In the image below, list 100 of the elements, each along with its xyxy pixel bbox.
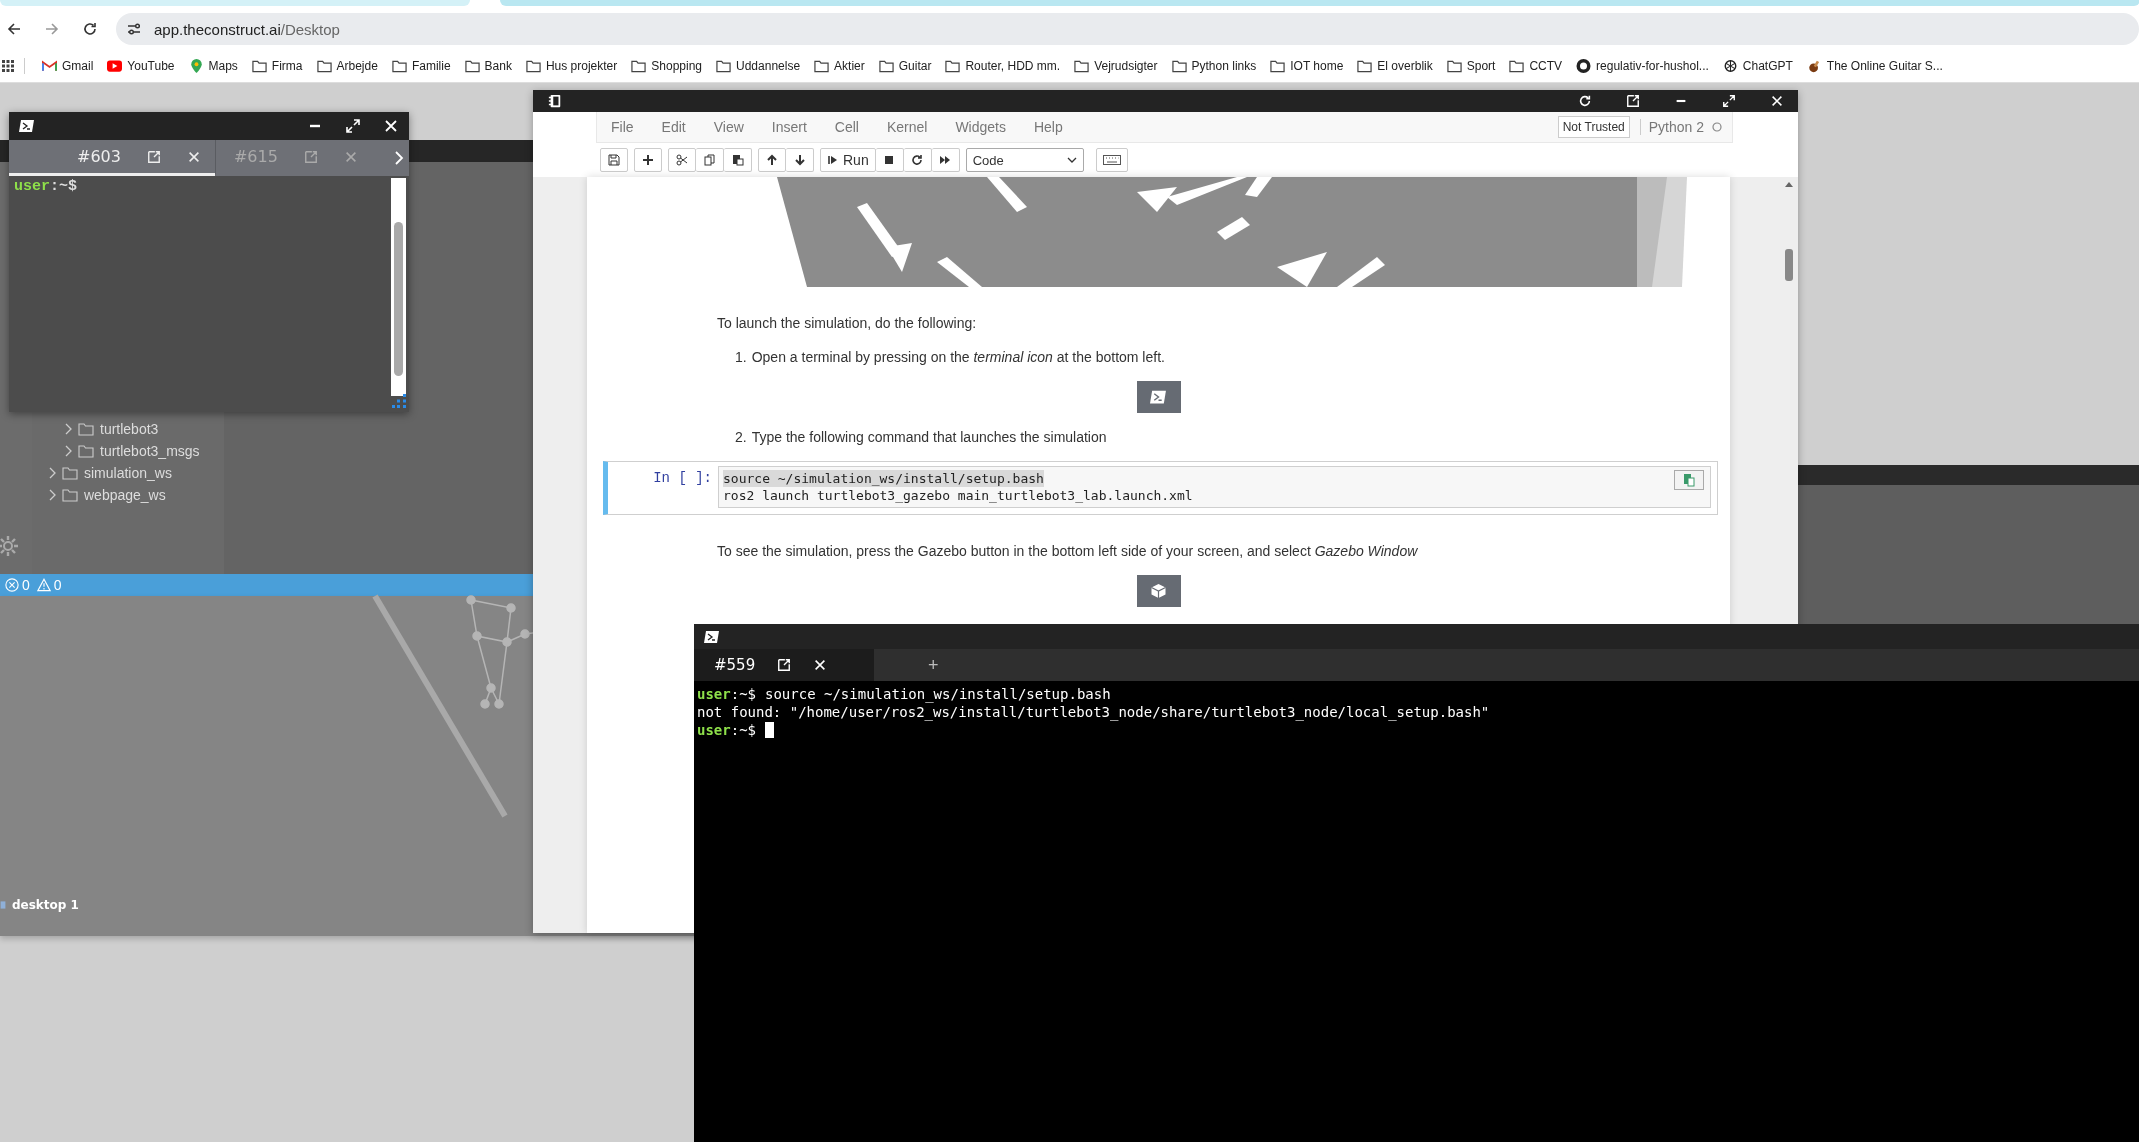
maximize-icon[interactable] (1722, 94, 1736, 108)
tree-item[interactable]: turtlebot3 (32, 418, 224, 440)
menu-item[interactable]: Insert (771, 119, 807, 135)
bookmark[interactable]: Hus projekter (518, 59, 625, 73)
bookmark[interactable]: Familie (384, 59, 458, 73)
menu-item[interactable]: File (611, 119, 634, 135)
trust-indicator[interactable]: Not Trusted (1557, 116, 1630, 138)
bookmark[interactable]: YouTube (100, 59, 182, 73)
keyboard-button[interactable] (1095, 148, 1128, 172)
maximize-icon[interactable] (345, 118, 361, 134)
chevron-right-icon (48, 489, 56, 501)
refresh-icon[interactable] (1578, 94, 1592, 108)
bookmark[interactable]: Vejrudsigter (1067, 59, 1165, 73)
menu-item[interactable]: Kernel (886, 119, 928, 135)
address-bar[interactable]: app.theconstruct.ai/Desktop (116, 13, 2139, 45)
chevron-right-icon[interactable] (393, 150, 404, 166)
move-up-button[interactable] (758, 148, 786, 172)
bookmark[interactable]: Sport (1439, 59, 1503, 73)
cell-type-dropdown[interactable]: Code (965, 148, 1084, 172)
list-item-text: Open a terminal by pressing on the terminal icon at the bottom left. (751, 348, 1165, 367)
copy-button[interactable] (1674, 470, 1704, 490)
folder-icon (1509, 59, 1525, 73)
scissors-icon (676, 154, 688, 166)
close-icon[interactable] (813, 658, 828, 672)
bookmark[interactable]: regulativ-for-hushol... (1569, 59, 1716, 73)
bookmark[interactable]: Guitar (871, 59, 939, 73)
terminal-prompt: user:~$ (14, 178, 79, 195)
bookmark[interactable]: IOT home (1263, 59, 1351, 73)
close-icon[interactable] (383, 118, 399, 134)
scrollbar-thumb[interactable] (1785, 249, 1793, 281)
tree-item[interactable]: turtlebot3_msgs (32, 440, 224, 462)
add-cell-button[interactable] (634, 148, 662, 172)
paste-button[interactable] (724, 148, 752, 172)
bookmark[interactable]: Aktier (807, 59, 872, 73)
menu-item[interactable]: Edit (661, 119, 686, 135)
forward-icon[interactable] (44, 21, 60, 37)
bookmark[interactable]: Maps (181, 59, 245, 73)
back-icon[interactable] (6, 21, 22, 37)
restart-button[interactable] (903, 148, 932, 172)
arrow-up-icon[interactable] (1785, 181, 1793, 187)
terminal-icon (1150, 389, 1167, 405)
list-number: 2. (735, 428, 747, 447)
menu-item[interactable]: View (713, 119, 744, 135)
bookmark[interactable]: Firma (244, 59, 310, 73)
gazebo-button[interactable] (1136, 575, 1181, 607)
close-icon[interactable] (1770, 94, 1784, 108)
bookmark[interactable]: ChatGPT (1715, 59, 1800, 73)
bookmark[interactable]: Uddannelse (709, 59, 808, 73)
guitar-icon (1806, 59, 1822, 73)
reload-icon[interactable] (82, 21, 98, 37)
folder-icon (716, 59, 731, 73)
terminal-line: user:~$ source ~/simulation_ws/install/setup.bash (697, 685, 1111, 703)
bookmark[interactable]: El overblik (1350, 59, 1440, 73)
save-button[interactable] (600, 148, 628, 172)
terminal-icon (704, 629, 720, 644)
folder-icon (78, 422, 94, 436)
step-play-icon (827, 154, 839, 166)
folder-icon (62, 466, 78, 480)
terminal-button[interactable] (1136, 381, 1181, 413)
bookmark[interactable]: Python links (1164, 59, 1264, 73)
bookmark[interactable]: Bank (457, 59, 519, 73)
bookmark[interactable]: Gmail (35, 59, 101, 73)
arrow-up-icon (766, 154, 778, 166)
tree-item[interactable]: simulation_ws (32, 462, 224, 484)
bookmark[interactable]: CCTV (1502, 59, 1570, 73)
code-editor[interactable]: source ~/simulation_ws/install/setup.bash ros2 launch turtlebot3_gazebo main_turtlebot3_lab.launch.xml (718, 466, 1711, 508)
menu-item[interactable]: Help (1033, 119, 1063, 135)
site-settings-icon[interactable] (126, 21, 142, 37)
restart-icon (911, 154, 924, 166)
bookmark[interactable]: Arbejde (309, 59, 385, 73)
terminal-line: not found: "/home/user/ros2_ws/install/turtlebot3_node/share/turtlebot3_node/local_setup.bash" (697, 703, 1490, 721)
plus-icon (642, 154, 654, 166)
scrollbar[interactable] (391, 178, 406, 396)
tree-item[interactable]: webpage_ws (32, 484, 224, 506)
paragraph: To launch the simulation, do the following: (717, 314, 978, 333)
new-tab-button[interactable]: + (922, 649, 945, 681)
menu-item[interactable]: Widgets (955, 119, 1006, 135)
code-cell[interactable]: In [ ]: source ~/simulation_ws/install/setup.bash ros2 launch turtlebot3_gazebo main_turtlebot3_lab.launch.xml (603, 461, 1718, 515)
bookmark[interactable]: Router, HDD mm. (938, 59, 1068, 73)
bookmark[interactable]: Shopping (624, 59, 709, 73)
run-button[interactable]: Run (820, 148, 876, 172)
folder-icon (1074, 59, 1090, 73)
bookmark[interactable]: The Online Guitar S... (1799, 59, 1950, 73)
folder-icon (631, 59, 647, 73)
mail-icon (42, 59, 57, 73)
paragraph: To see the simulation, press the Gazebo button in the bottom left side of your screen, and select Gazebo Window (717, 542, 1419, 561)
folder-icon (464, 59, 480, 73)
apps-grid-icon[interactable] (2, 60, 14, 72)
run-all-button[interactable] (931, 148, 960, 172)
resize-grip-icon[interactable] (392, 394, 406, 408)
stop-button[interactable] (875, 148, 904, 172)
folder-icon (878, 59, 894, 73)
menu-item[interactable]: Cell (834, 119, 859, 135)
stop-icon (883, 154, 896, 166)
terminal-tab[interactable]: #559 (694, 649, 874, 681)
save-icon (608, 154, 620, 166)
cut-button[interactable] (668, 148, 696, 172)
code-line: ros2 launch turtlebot3_gazebo main_turtlebot3_lab.launch.xml (723, 487, 1193, 504)
move-down-button[interactable] (786, 148, 814, 172)
error-count: 0 (22, 577, 30, 593)
